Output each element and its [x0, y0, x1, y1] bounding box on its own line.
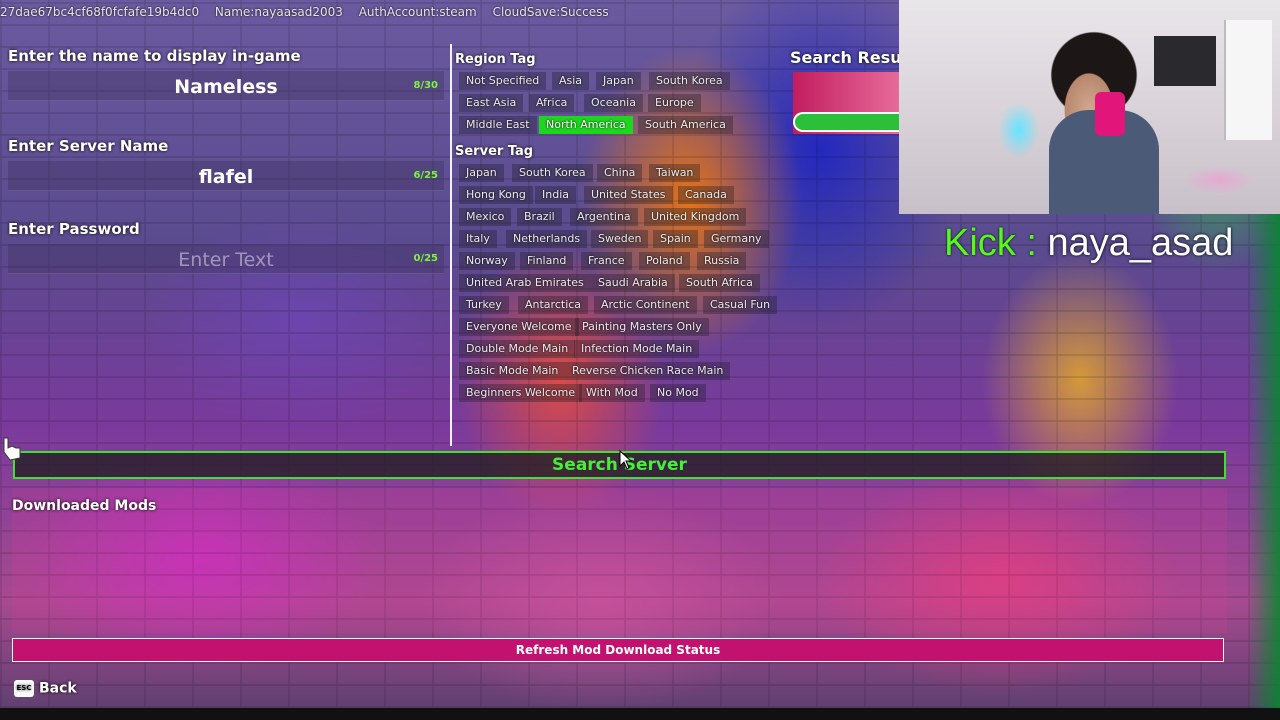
- server-tag[interactable]: India: [535, 186, 576, 204]
- server-tag[interactable]: Everyone Welcome: [459, 318, 579, 336]
- server-tag[interactable]: Finland: [520, 252, 574, 270]
- server-tag[interactable]: Germany: [704, 230, 769, 248]
- account-name: Name:nayaasad2003: [214, 5, 343, 19]
- server-tag[interactable]: Infection Mode Main: [574, 340, 700, 358]
- background-shelf: [1224, 20, 1272, 140]
- server-tag[interactable]: Mexico: [459, 208, 512, 226]
- server-tag[interactable]: Hong Kong: [459, 186, 533, 204]
- phone: [1095, 92, 1125, 136]
- kick-brand: Kick: [944, 222, 1016, 264]
- region-tag[interactable]: Africa: [529, 94, 575, 112]
- back-label: Back: [39, 680, 77, 697]
- server-tag[interactable]: South Africa: [679, 274, 760, 292]
- server-tag[interactable]: Canada: [678, 186, 734, 204]
- server-name-field[interactable]: flafel 6/25: [8, 161, 444, 191]
- region-tag[interactable]: Middle East: [459, 116, 537, 134]
- arrow-cursor-icon: [619, 450, 633, 470]
- hand-cursor-icon: [3, 437, 21, 461]
- server-tag[interactable]: Poland: [639, 252, 690, 270]
- kick-separator: :: [1015, 222, 1048, 264]
- server-tag[interactable]: Saudi Arabia: [591, 274, 675, 292]
- server-tag[interactable]: Netherlands: [506, 230, 588, 248]
- server-tag[interactable]: China: [597, 164, 643, 182]
- password-char-count: 0/25: [413, 253, 438, 264]
- server-tag[interactable]: Japan: [459, 164, 504, 182]
- account-info-bar: 27dae67bc4cf68f0fcfafe19b4dc0 Name:nayaa…: [0, 5, 621, 21]
- server-tag[interactable]: Reverse Chicken Race Main: [565, 362, 731, 380]
- server-tag[interactable]: France: [581, 252, 632, 270]
- panel-divider: [450, 44, 452, 446]
- server-name-label: Enter Server Name: [8, 137, 169, 155]
- region-tag[interactable]: East Asia: [459, 94, 524, 112]
- server-tag[interactable]: Sweden: [591, 230, 649, 248]
- server-tag[interactable]: Basic Mode Main: [459, 362, 566, 380]
- server-tag[interactable]: Antarctica: [518, 296, 589, 314]
- server-tag[interactable]: With Mod: [579, 384, 645, 402]
- server-name-char-count: 6/25: [413, 170, 438, 181]
- session-id: 27dae67bc4cf68f0fcfafe19b4dc0: [0, 5, 200, 19]
- server-tag[interactable]: South Korea: [512, 164, 593, 182]
- server-name-value: flafel: [198, 166, 254, 188]
- server-tag[interactable]: Italy: [459, 230, 497, 248]
- server-tag[interactable]: Beginners Welcome: [459, 384, 583, 402]
- bottom-letterbox: [0, 708, 1280, 720]
- esc-key-icon: ESC: [14, 680, 34, 697]
- kick-username: naya_asad: [1047, 222, 1234, 264]
- server-tag[interactable]: Brazil: [517, 208, 562, 226]
- display-name-label: Enter the name to display in-game: [8, 47, 301, 65]
- server-tag[interactable]: Arctic Continent: [594, 296, 697, 314]
- display-name-char-count: 8/30: [413, 80, 438, 91]
- server-tag[interactable]: Taiwan: [649, 164, 701, 182]
- server-tag[interactable]: No Mod: [650, 384, 706, 402]
- region-tag[interactable]: Europe: [648, 94, 701, 112]
- refresh-mod-status-button[interactable]: Refresh Mod Download Status: [12, 638, 1224, 662]
- region-tag[interactable]: Oceania: [584, 94, 643, 112]
- kick-handle-overlay: Kick : naya_asad: [944, 222, 1233, 265]
- auth-account: AuthAccount:steam: [358, 5, 477, 19]
- server-tag[interactable]: Russia: [697, 252, 747, 270]
- cloud-save-status: CloudSave:Success: [492, 5, 609, 19]
- search-results-title: Search Resul: [790, 48, 908, 67]
- server-tag[interactable]: Turkey: [459, 296, 509, 314]
- region-tag-title: Region Tag: [455, 52, 536, 67]
- server-tag[interactable]: United States: [584, 186, 673, 204]
- password-label: Enter Password: [8, 220, 140, 238]
- region-tag-selected[interactable]: North America: [539, 116, 633, 134]
- server-tag[interactable]: Spain: [653, 230, 698, 248]
- server-tag-title: Server Tag: [455, 144, 534, 159]
- back-button[interactable]: ESC Back: [14, 680, 77, 700]
- downloaded-mods-title: Downloaded Mods: [12, 498, 157, 514]
- region-tag[interactable]: South Korea: [649, 72, 730, 90]
- server-tag[interactable]: Double Mode Main: [459, 340, 576, 358]
- region-tag[interactable]: South America: [638, 116, 733, 134]
- password-placeholder: Enter Text: [178, 249, 274, 271]
- background-monitor: [1154, 36, 1216, 86]
- display-name-value: Nameless: [174, 76, 278, 98]
- green-glow-edge: [1247, 214, 1280, 708]
- server-tag[interactable]: United Kingdom: [644, 208, 747, 226]
- server-tag[interactable]: United Arab Emirates: [459, 274, 591, 292]
- webcam-overlay: [899, 0, 1280, 214]
- region-tag[interactable]: Not Specified: [459, 72, 547, 90]
- region-tag[interactable]: Asia: [552, 72, 590, 90]
- region-tag[interactable]: Japan: [596, 72, 641, 90]
- server-tag[interactable]: Casual Fun: [703, 296, 778, 314]
- password-field[interactable]: Enter Text 0/25: [8, 244, 444, 274]
- server-tag[interactable]: Norway: [459, 252, 515, 270]
- server-tag[interactable]: Painting Masters Only: [575, 318, 709, 336]
- server-tag[interactable]: Argentina: [570, 208, 638, 226]
- downloaded-mods-panel: [12, 488, 1227, 633]
- display-name-field[interactable]: Nameless 8/30: [8, 71, 444, 101]
- search-results-progress: [793, 112, 903, 132]
